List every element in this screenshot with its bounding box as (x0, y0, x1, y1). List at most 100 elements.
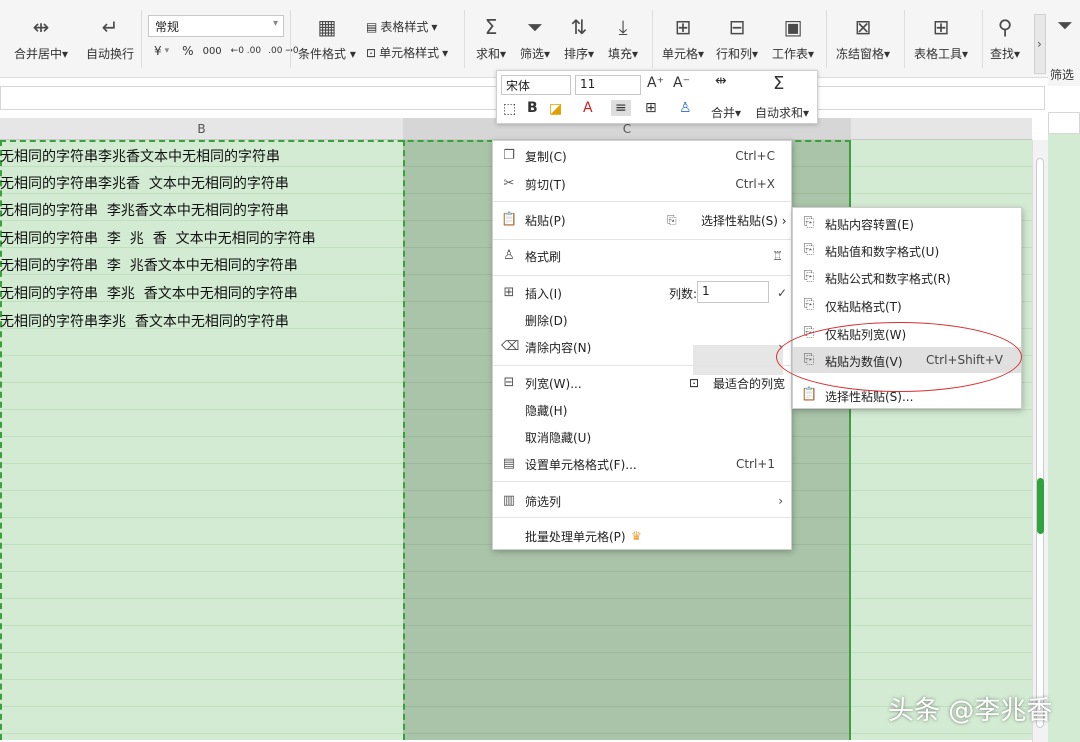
paste-values-icon: ⎘ (667, 212, 677, 227)
autosum-button[interactable]: 自动求和▾ (755, 104, 809, 121)
select-icon[interactable]: ⬚ (503, 101, 516, 117)
percent-button[interactable]: % (182, 44, 193, 58)
cell-b7[interactable]: 无相同的字符串李兆 香文本中无相同的字符串 (0, 311, 289, 331)
fill-button[interactable]: ⤓ 填充▾ (608, 14, 638, 62)
cell-icon: ⊞ (674, 15, 692, 39)
search-icon: ⚲ (997, 15, 1013, 39)
divider (493, 365, 791, 366)
format-painter-icon[interactable]: ♙ (679, 100, 692, 116)
font-size-select[interactable]: 11 (575, 75, 641, 95)
menu-format-cells[interactable]: ▤ 设置单元格格式(F)... Ctrl+1 (493, 451, 791, 477)
filter-button[interactable]: ⏷ 筛选▾ (520, 14, 550, 62)
cell-b3[interactable]: 无相同的字符串 李兆香文本中无相同的字符串 (0, 200, 289, 220)
menu-unhide[interactable]: 取消隐藏(U) (493, 424, 791, 450)
find-button[interactable]: ⚲ 查找▾ (990, 14, 1020, 62)
column-width-icon: ⊟ (503, 375, 515, 390)
scroll-track[interactable] (1036, 158, 1044, 728)
sum-button[interactable]: Σ 求和▾ (476, 14, 506, 62)
submenu-formats-only[interactable]: ⎘ 仅粘贴格式(T) (793, 292, 1021, 318)
confirm-check-icon[interactable]: ✓ (777, 286, 787, 300)
column-count-input[interactable]: 1 (697, 281, 769, 303)
merge-button[interactable]: 合并▾ (711, 104, 741, 121)
column-header-d[interactable] (851, 118, 1032, 140)
number-format-select[interactable]: 常规 (148, 15, 284, 37)
menu-copy[interactable]: ❐ 复制(C) Ctrl+C (493, 143, 791, 169)
freeze-panes-button[interactable]: ⊠ 冻结窗格▾ (836, 14, 890, 62)
menu-paste[interactable]: 📋 粘贴(P) ⎘ 选择性粘贴(S) › (493, 207, 791, 233)
cell-button[interactable]: ⊞ 单元格▾ (662, 14, 704, 62)
border-icon[interactable]: ⊞ (645, 100, 657, 116)
menu-best-fit[interactable]: 最适合的列宽 (713, 375, 785, 392)
font-color-icon[interactable]: A (583, 100, 593, 116)
clipboard-icon: 📋 (501, 212, 518, 227)
sigma-icon: Σ (773, 73, 785, 94)
ribbon-scroll-right[interactable] (1034, 14, 1046, 74)
conditional-format-button[interactable]: ▦ 条件格式 ▾ (298, 14, 356, 62)
divider (826, 10, 827, 68)
funnel-icon: ⏷ (1057, 13, 1073, 37)
divider (493, 201, 791, 202)
cell-b1[interactable]: 无相同的字符串李兆香文本中无相同的字符串 (0, 146, 280, 166)
scroll-thumb[interactable] (1037, 478, 1044, 534)
align-center-icon[interactable]: ≡ (611, 100, 631, 116)
ribbon-right-panel: ⏷ 筛选 (1048, 0, 1080, 86)
increase-decimal-button[interactable]: ←0 .00 (231, 46, 261, 56)
currency-button[interactable]: ¥ (154, 44, 162, 58)
menu-batch-process[interactable]: 批量处理单元格(P) ♛ (493, 523, 791, 549)
menu-delete[interactable]: 删除(D) (493, 307, 791, 333)
clipboard-icon: 📋 (801, 387, 818, 402)
best-fit-icon: ⊡ (689, 376, 700, 390)
wrap-text-button[interactable]: ↵ 自动换行 (86, 14, 134, 62)
cell-b5[interactable]: 无相同的字符串 李 兆香文本中无相同的字符串 (0, 255, 298, 275)
font-name-select[interactable]: 宋体 (501, 75, 571, 95)
table-style-icon: ▤ (366, 19, 378, 34)
menu-clear[interactable]: ⌫ 清除内容(N) › (493, 334, 791, 360)
menu-hide[interactable]: 隐藏(H) (493, 397, 791, 423)
grow-font-button[interactable]: A⁺ (647, 75, 664, 91)
scissors-icon: ✂ (503, 176, 515, 191)
shrink-font-button[interactable]: A⁻ (673, 75, 690, 91)
number-format-row: ¥ ▾ % 000 ←0 .00 .00 →0 (154, 44, 299, 58)
context-menu: ❐ 复制(C) Ctrl+C ✂ 剪切(T) Ctrl+X 📋 粘贴(P) ⎘ … (492, 140, 792, 550)
cell-style-icon: ⊡ (366, 45, 377, 60)
thousands-button[interactable]: 000 (203, 46, 222, 57)
sort-button[interactable]: ⇅ 排序▾ (564, 14, 594, 62)
fill-color-icon[interactable]: ◪ (549, 101, 562, 117)
submenu-values-numfmt[interactable]: ⎘ 粘贴值和数字格式(U) (793, 237, 1021, 263)
divider (290, 10, 291, 68)
column-header-b[interactable]: B (0, 118, 403, 140)
cell-style-button[interactable]: ⊡ 单元格样式 ▾ (366, 44, 448, 61)
row-col-button[interactable]: ⊟ 行和列▾ (716, 14, 758, 62)
divider (464, 10, 465, 68)
freeze-icon: ⊠ (854, 15, 872, 39)
paste-formulas-icon: ⎘ (803, 269, 815, 284)
submenu-formulas-numfmt[interactable]: ⎘ 粘贴公式和数字格式(R) (793, 264, 1021, 290)
menu-col-width[interactable]: ⊟ 列宽(W)... ⊡ 最适合的列宽 (493, 370, 791, 396)
cell-b4[interactable]: 无相同的字符串 李 兆 香 文本中无相同的字符串 (0, 228, 316, 248)
menu-filter-column[interactable]: ▥ 筛选列 › (493, 488, 791, 514)
format-cells-icon: ▤ (502, 456, 516, 471)
side-input[interactable] (1048, 112, 1080, 134)
menu-format-painter[interactable]: ♙ 格式刷 ♖ (493, 243, 791, 269)
table-tools-button[interactable]: ⊞ 表格工具▾ (914, 14, 968, 62)
menu-cut[interactable]: ✂ 剪切(T) Ctrl+X (493, 171, 791, 197)
highlight-circle (776, 322, 1022, 392)
divider (493, 239, 791, 240)
decrease-decimal-button[interactable]: .00 →0 (268, 46, 298, 56)
table-style-button[interactable]: ▤ 表格样式 ▾ (366, 18, 437, 35)
cell-b6[interactable]: 无相同的字符串 李兆 香文本中无相同的字符串 (0, 283, 298, 303)
filter-right-button[interactable]: ⏷ 筛选 (1050, 13, 1074, 83)
menu-paste-special[interactable]: 选择性粘贴(S) › (701, 212, 787, 229)
table-tools-icon: ⊞ (932, 15, 950, 39)
cell-b2[interactable]: 无相同的字符串李兆香 文本中无相同的字符串 (0, 173, 289, 193)
paste-format-icon: ⎘ (803, 297, 815, 312)
submenu-transpose[interactable]: ⎘ 粘贴内容转置(E) (793, 210, 1021, 236)
brush-icon: ♙ (503, 248, 515, 263)
merge-center-button[interactable]: ⇹ 合并居中▾ (14, 14, 68, 62)
merge-center-icon: ⇹ (32, 15, 50, 39)
sort-icon: ⇅ (570, 15, 588, 39)
bold-button[interactable]: B (527, 100, 538, 116)
copy-icon: ❐ (503, 148, 515, 163)
transpose-icon: ⎘ (803, 215, 815, 230)
worksheet-button[interactable]: ▣ 工作表▾ (772, 14, 814, 62)
